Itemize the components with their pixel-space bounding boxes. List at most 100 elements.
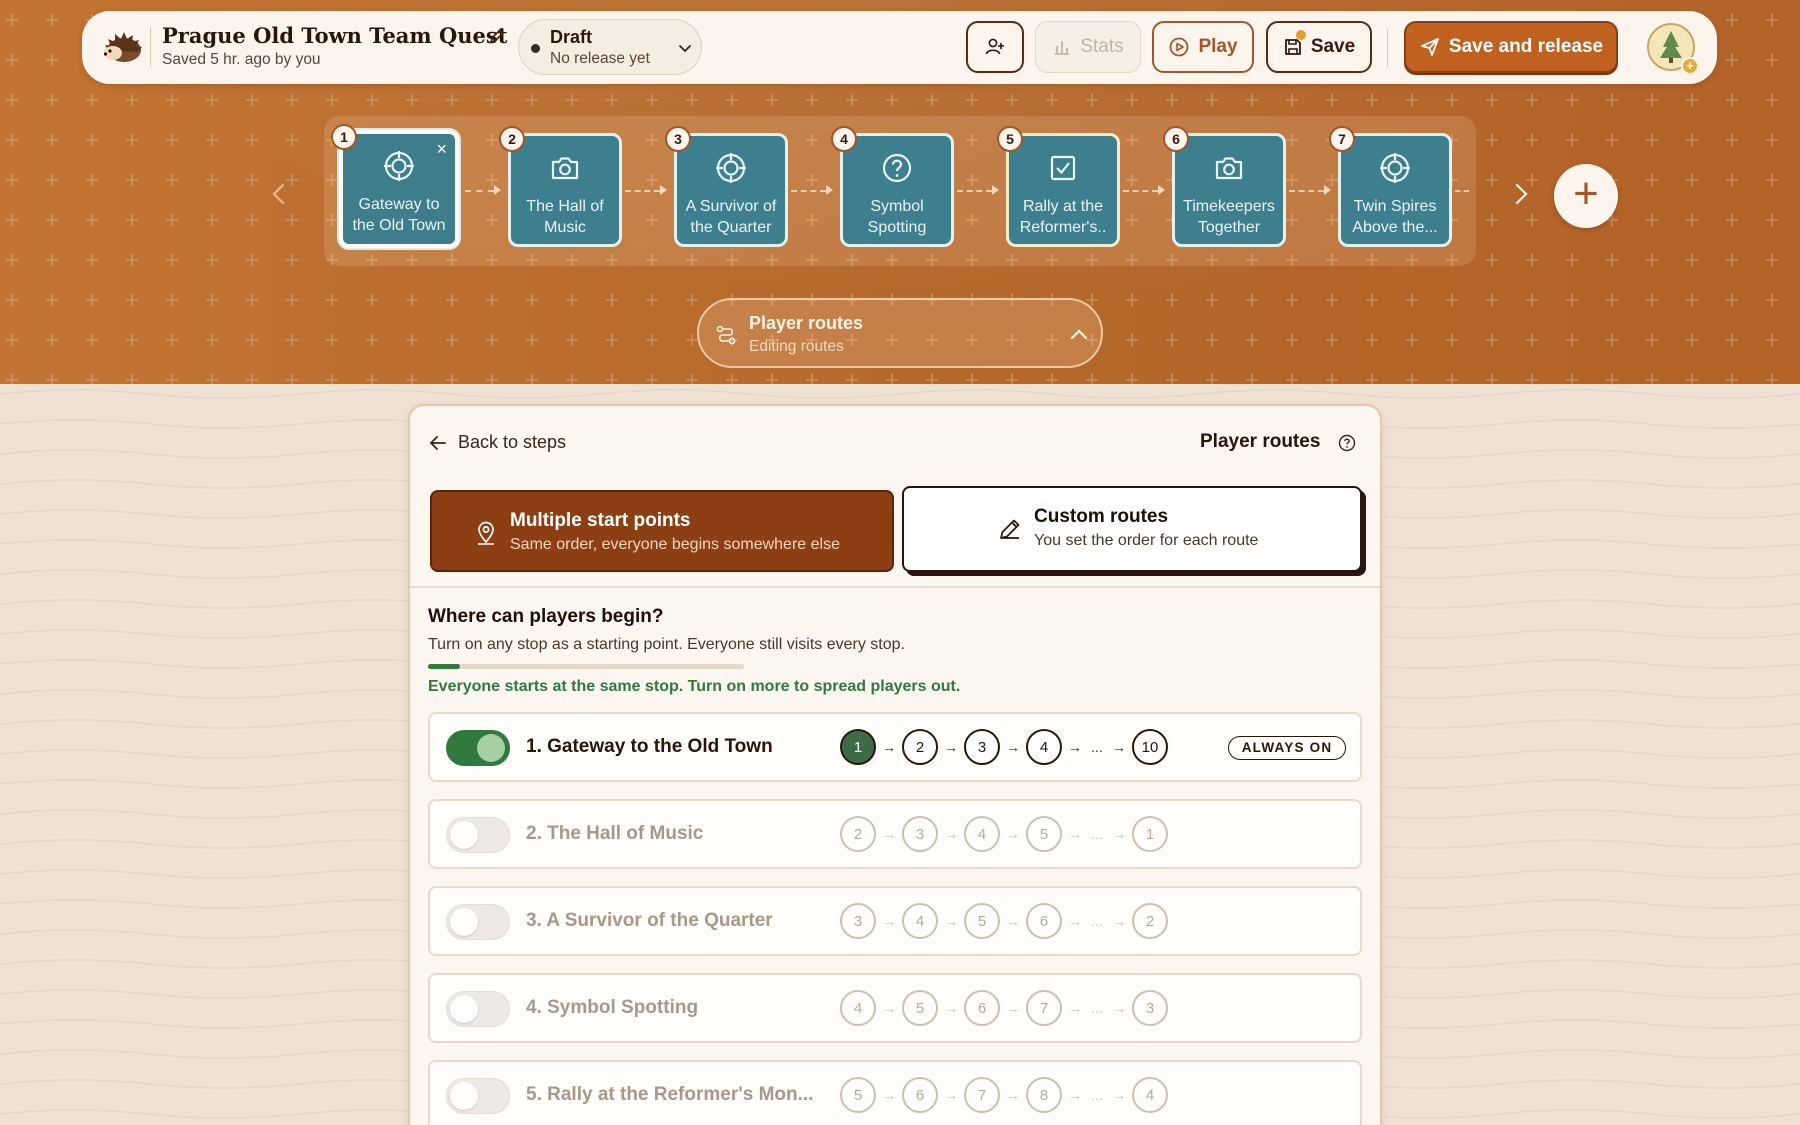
invite-user-button[interactable] [966, 21, 1024, 73]
route-arrow: → [1006, 913, 1020, 929]
back-to-steps-link[interactable]: Back to steps [428, 432, 566, 453]
plus-mark [1206, 294, 1218, 306]
close-icon[interactable]: × [436, 140, 447, 158]
plus-mark [1526, 134, 1538, 146]
plus-mark [1766, 94, 1778, 106]
route-arrow: → [1068, 826, 1082, 842]
plus-mark [326, 334, 338, 346]
plus-mark [86, 334, 98, 346]
save-and-release-button[interactable]: Save and release [1404, 21, 1618, 73]
plus-mark [526, 334, 538, 346]
step-number: 7 [1329, 126, 1355, 152]
plus-mark [1166, 334, 1178, 346]
plus-mark [1606, 334, 1618, 346]
plus-mark [1646, 134, 1658, 146]
plus-mark [6, 294, 18, 306]
plus-mark [286, 254, 298, 266]
start-point-toggle[interactable] [446, 904, 510, 940]
plus-mark [1646, 214, 1658, 226]
toggle-knob [450, 821, 478, 849]
step-connector-arrow [1158, 185, 1165, 195]
start-point-toggle[interactable] [446, 1078, 510, 1114]
multiple-start-points-option[interactable]: Multiple start points Same order, everyo… [430, 490, 894, 572]
plus-mark [1406, 294, 1418, 306]
route-stop: 1 [840, 729, 876, 765]
plus-mark [1726, 374, 1738, 384]
route-stop: 10 [1132, 729, 1168, 765]
plus-mark [1246, 294, 1258, 306]
plus-mark [1686, 134, 1698, 146]
route-ellipsis: ... [1091, 1087, 1103, 1103]
play-button[interactable]: Play [1152, 21, 1254, 73]
player-routes-toggle[interactable]: Player routes Editing routes [697, 298, 1103, 368]
plus-mark [1006, 374, 1018, 384]
step-card-7[interactable]: 7 Twin Spires Above the... [1329, 126, 1452, 247]
plus-mark [246, 94, 258, 106]
start-point-toggle[interactable] [446, 991, 510, 1027]
plus-mark [406, 94, 418, 106]
stats-button[interactable]: Stats [1035, 21, 1141, 73]
map-pin-icon [478, 521, 494, 545]
start-point-toggle[interactable] [446, 730, 510, 766]
plus-mark [206, 94, 218, 106]
status-label: Draft [550, 27, 593, 47]
plus-mark [1206, 374, 1218, 384]
plus-mark [246, 174, 258, 186]
plus-mark [366, 294, 378, 306]
plus-mark [1766, 374, 1778, 384]
plus-mark [1526, 254, 1538, 266]
plus-mark [6, 54, 18, 66]
plus-mark [1606, 94, 1618, 106]
add-step-button[interactable]: + [1554, 164, 1618, 228]
avatar-add-icon[interactable]: + [1681, 57, 1699, 75]
step-number: 3 [665, 126, 691, 152]
plus-mark [246, 374, 258, 384]
avatar[interactable]: + [1647, 23, 1699, 75]
plus-mark [1046, 374, 1058, 384]
step-card-6[interactable]: 6 Timekeepers Together [1163, 126, 1286, 247]
plus-mark [846, 374, 858, 384]
hedgehog-logo-icon[interactable] [100, 25, 144, 69]
plus-mark [1766, 294, 1778, 306]
custom-routes-option[interactable]: Custom routes You set the order for each… [902, 486, 1362, 572]
step-label: A Survivor of the Quarter [685, 198, 777, 236]
plus-mark [286, 214, 298, 226]
plus-mark [1766, 54, 1778, 66]
route-row-4: 4. Symbol Spotting 4 → 5 → 6 → 7 →... → 3 [428, 973, 1362, 1043]
route-arrow: → [882, 1087, 896, 1103]
plus-mark [1766, 214, 1778, 226]
route-arrow: → [944, 913, 958, 929]
plus-mark [366, 374, 378, 384]
plus-mark [526, 94, 538, 106]
plus-mark [406, 374, 418, 384]
plus-mark [1166, 374, 1178, 384]
route-stop: 2 [840, 816, 876, 852]
plus-mark [246, 134, 258, 146]
chevron-right-icon[interactable] [1510, 180, 1532, 208]
plus-mark [1566, 334, 1578, 346]
route-stop: 4 [964, 816, 1000, 852]
pencil-icon[interactable] [488, 27, 506, 45]
save-button[interactable]: Save [1266, 21, 1372, 73]
step-card-2[interactable]: 2 The Hall of Music [499, 126, 622, 247]
step-card-4[interactable]: 4 Symbol Spotting [831, 126, 954, 247]
plus-mark [166, 294, 178, 306]
project-title[interactable]: Prague Old Town Team Quest [162, 23, 507, 48]
step-card-1[interactable]: 1 Gateway to the Old Town × [331, 124, 459, 248]
route-arrow: → [944, 1087, 958, 1103]
chevron-left-icon[interactable] [268, 180, 290, 208]
plus-mark [1366, 94, 1378, 106]
plus-mark [286, 134, 298, 146]
plus-mark [1646, 294, 1658, 306]
plus-mark [86, 174, 98, 186]
help-icon[interactable] [1338, 434, 1356, 452]
player-routes-sub: Editing routes [749, 338, 844, 355]
release-status-dropdown[interactable]: Draft No release yet [518, 19, 702, 75]
step-card-3[interactable]: 3 A Survivor of the Quarter [665, 126, 788, 247]
plus-mark [86, 214, 98, 226]
step-card-5[interactable]: 5 Rally at the Reformer's.. [997, 126, 1120, 247]
start-point-toggle[interactable] [446, 817, 510, 853]
plus-mark [1246, 374, 1258, 384]
plus-mark [206, 134, 218, 146]
plus-mark [126, 94, 138, 106]
